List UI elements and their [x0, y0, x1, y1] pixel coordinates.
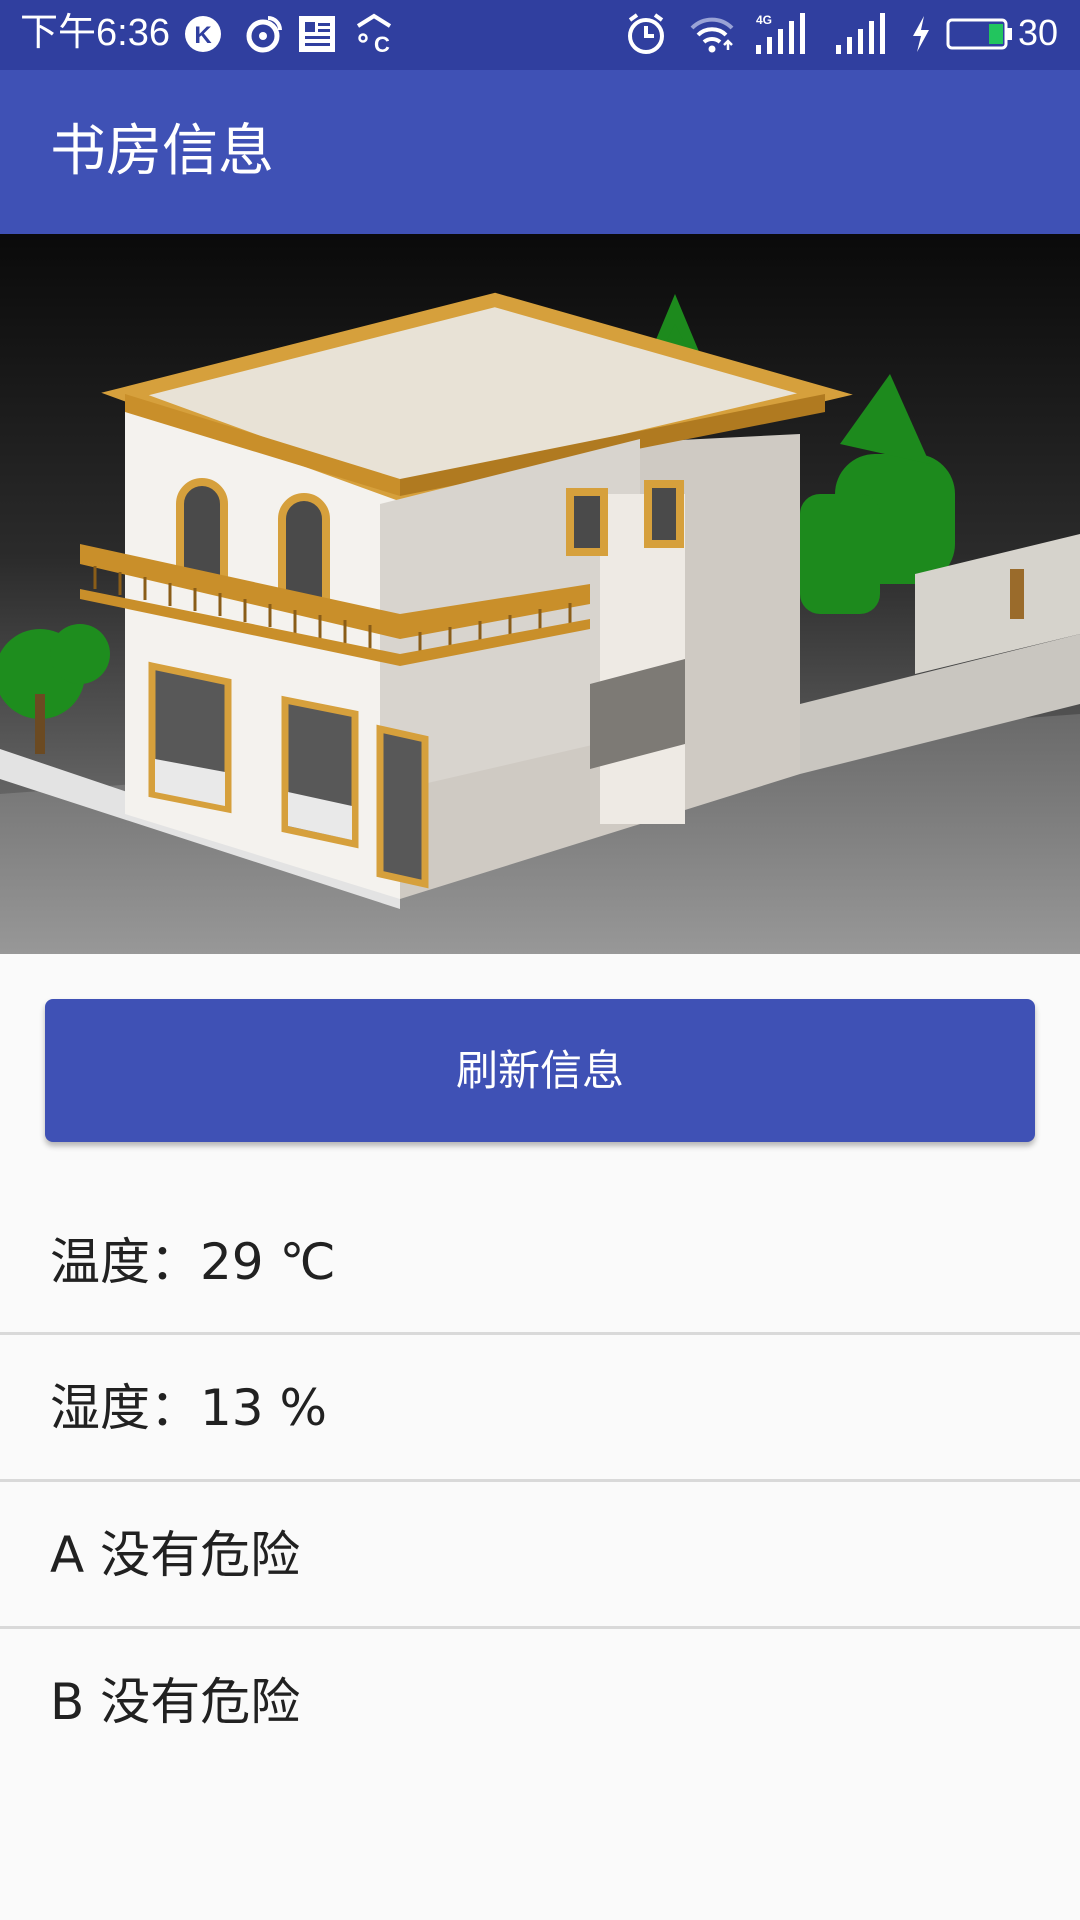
svg-text:C: C	[374, 32, 390, 56]
weather-icon: C	[354, 12, 398, 60]
screen: 下午6:36 K C 4G 30 书房信息 刷新信息 温度：29 ℃ 湿度：13…	[0, 0, 1080, 1920]
temperature-row: 温度：29 ℃	[0, 1189, 1080, 1335]
battery-level: 30	[1018, 12, 1059, 53]
sensor-b-text: B 没有危险	[50, 1673, 301, 1731]
page-title: 书房信息	[50, 119, 274, 184]
refresh-button[interactable]: 刷新信息	[45, 999, 1035, 1142]
signal-icon: 4G	[754, 12, 814, 62]
humidity-row: 湿度：13 %	[0, 1335, 1080, 1481]
k-app-icon: K	[183, 12, 223, 56]
wifi-icon	[688, 12, 736, 60]
signal-icon-2	[834, 12, 894, 62]
house-illustration	[0, 234, 1080, 954]
humidity-text: 湿度：13 %	[50, 1379, 328, 1437]
sensor-a-text: A 没有危险	[50, 1526, 301, 1584]
sensor-b-row: B 没有危险	[0, 1629, 1080, 1775]
battery-icon	[946, 12, 1014, 60]
status-time: 下午6:36	[20, 12, 170, 54]
app-bar: 书房信息	[0, 70, 1080, 234]
status-bar: 下午6:36 K C 4G 30	[0, 0, 1080, 70]
svg-text:K: K	[194, 22, 212, 49]
charging-icon	[908, 12, 934, 60]
alarm-icon	[624, 12, 668, 60]
news-icon	[297, 12, 337, 58]
sensor-a-row: A 没有危险	[0, 1482, 1080, 1628]
temperature-text: 温度：29 ℃	[50, 1233, 336, 1291]
weibo-icon	[242, 12, 284, 58]
network-label: 4G	[756, 13, 772, 27]
